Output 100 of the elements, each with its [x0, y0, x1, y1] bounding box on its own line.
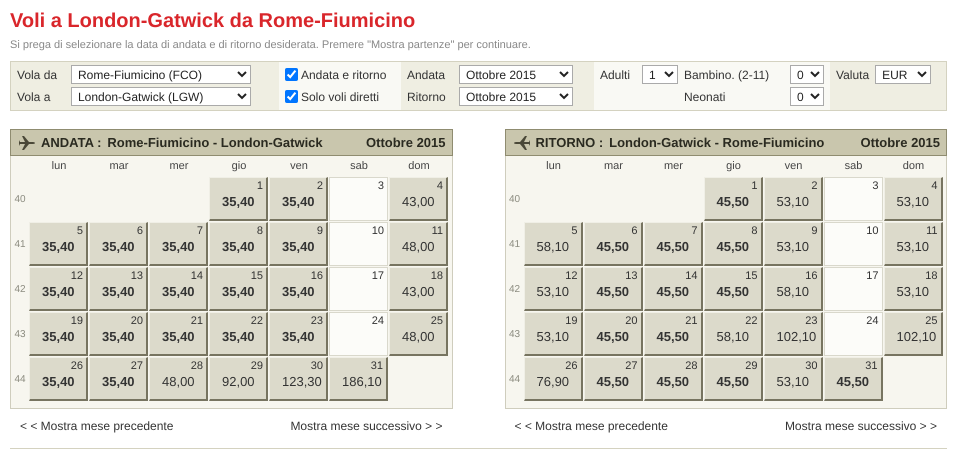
- day-number: 4: [930, 179, 938, 193]
- day-fare-cell[interactable]: 27 35,40: [89, 357, 148, 401]
- day-fare-cell[interactable]: 19 35,40: [29, 312, 88, 356]
- day-number: 3: [871, 179, 880, 193]
- day-number: 15: [744, 269, 758, 283]
- day-fare-cell[interactable]: 18 43,00: [389, 267, 448, 311]
- day-fare-cell[interactable]: 20 35,40: [89, 312, 148, 356]
- day-fare-cell[interactable]: 19 53,10: [524, 312, 582, 356]
- select-field[interactable]: 0: [790, 65, 824, 84]
- select-field[interactable]: 0: [790, 87, 824, 106]
- previous-month-link[interactable]: < < Mostra mese precedente: [514, 417, 668, 435]
- day-number: 29: [744, 359, 758, 373]
- day-fare-cell[interactable]: 25 102,10: [884, 312, 942, 356]
- day-fare-cell[interactable]: 16 58,10: [764, 267, 822, 311]
- day-fare-cell[interactable]: 4 53,10: [884, 177, 942, 221]
- fare-price: 45,50: [596, 283, 630, 301]
- day-fare-cell[interactable]: 30 53,10: [764, 357, 822, 401]
- day-fare-cell[interactable]: 23 35,40: [269, 312, 328, 356]
- day-fare-cell[interactable]: 11 53,10: [884, 222, 942, 266]
- day-fare-cell[interactable]: 5 35,40: [29, 222, 88, 266]
- day-fare-cell[interactable]: 25 48,00: [389, 312, 448, 356]
- week-number: 44: [508, 373, 520, 387]
- checkbox[interactable]: [285, 90, 298, 103]
- day-fare-cell[interactable]: 2 53,10: [764, 177, 822, 221]
- day-fare-cell[interactable]: 6 35,40: [89, 222, 148, 266]
- field-label: Bambino. (2-11): [684, 66, 770, 84]
- day-number: 16: [804, 269, 818, 283]
- day-fare-cell[interactable]: 8 45,50: [704, 222, 762, 266]
- day-fare-cell[interactable]: 14 35,40: [149, 267, 208, 311]
- next-month-link[interactable]: Mostra mese successivo > >: [784, 417, 937, 435]
- day-fare-cell[interactable]: 26 76,90: [524, 357, 582, 401]
- day-fare-cell[interactable]: 12 53,10: [524, 267, 582, 311]
- fare-price: 58,10: [776, 283, 810, 301]
- day-fare-cell[interactable]: 14 45,50: [644, 267, 702, 311]
- day-fare-cell[interactable]: 31 45,50: [824, 357, 882, 401]
- day-fare-cell[interactable]: 5 58,10: [524, 222, 582, 266]
- day-fare-cell[interactable]: 29 45,50: [704, 357, 762, 401]
- select-field[interactable]: Ottobre 2015: [459, 87, 573, 106]
- day-number: 8: [256, 224, 264, 238]
- day-fare-cell[interactable]: 23 102,10: [764, 312, 822, 356]
- checkbox-label[interactable]: Solo voli diretti: [301, 88, 380, 106]
- day-fare-cell[interactable]: 2 35,40: [269, 177, 328, 221]
- day-number: 16: [310, 269, 324, 283]
- fare-price: 45,50: [836, 373, 870, 391]
- day-fare-cell[interactable]: 18 53,10: [884, 267, 942, 311]
- day-fare-cell[interactable]: 15 35,40: [209, 267, 268, 311]
- direction-label: ANDATA :: [41, 134, 102, 152]
- day-fare-cell[interactable]: 31 186,10: [329, 357, 388, 401]
- day-number: 11: [925, 224, 938, 238]
- fare-price: 45,50: [596, 373, 630, 391]
- day-fare-cell[interactable]: 21 45,50: [644, 312, 702, 356]
- next-month-link[interactable]: Mostra mese successivo > >: [290, 417, 442, 435]
- day-fare-cell[interactable]: 22 58,10: [704, 312, 762, 356]
- fare-price: 35,40: [221, 238, 256, 256]
- day-fare-cell[interactable]: 12 35,40: [29, 267, 88, 311]
- day-fare-cell[interactable]: 4 43,00: [389, 177, 448, 221]
- fare-price: 53,10: [536, 328, 570, 346]
- day-fare-cell[interactable]: 6 45,50: [584, 222, 642, 266]
- select-field[interactable]: Ottobre 2015: [459, 65, 573, 84]
- day-fare-cell[interactable]: 29 92,00: [209, 357, 268, 401]
- day-fare-cell[interactable]: 28 48,00: [149, 357, 208, 401]
- day-number: 27: [130, 359, 144, 373]
- day-fare-cell[interactable]: 28 45,50: [644, 357, 702, 401]
- day-fare-cell[interactable]: 13 35,40: [89, 267, 148, 311]
- fare-price: 123,30: [281, 373, 323, 391]
- fare-price: 186,10: [341, 373, 383, 391]
- checkbox-label[interactable]: Andata e ritorno: [301, 66, 386, 84]
- checkbox[interactable]: [285, 68, 298, 81]
- fare-price: 45,50: [596, 238, 630, 256]
- day-fare-cell[interactable]: 27 45,50: [584, 357, 642, 401]
- fare-price: 92,00: [221, 373, 256, 391]
- day-number: 6: [136, 224, 144, 238]
- fare-price: 35,40: [101, 328, 136, 346]
- day-fare-cell[interactable]: 30 123,30: [269, 357, 328, 401]
- select-field[interactable]: London-Gatwick (LGW): [71, 87, 251, 106]
- day-fare-cell[interactable]: 22 35,40: [209, 312, 268, 356]
- day-fare-cell[interactable]: 9 35,40: [269, 222, 328, 266]
- day-fare-cell[interactable]: 26 35,40: [29, 357, 88, 401]
- day-fare-cell[interactable]: 16 35,40: [269, 267, 328, 311]
- select-field[interactable]: Rome-Fiumicino (FCO): [71, 65, 251, 84]
- day-fare-cell[interactable]: 8 35,40: [209, 222, 268, 266]
- day-fare-cell[interactable]: 20 45,50: [584, 312, 642, 356]
- instruction-text: Si prega di selezionare la data di andata e di ritorno desiderata. Premere "Mostra partenze" per continuare.: [10, 38, 532, 52]
- select-field[interactable]: 1: [642, 65, 678, 84]
- fare-price: 35,40: [101, 283, 136, 301]
- day-fare-cell[interactable]: 15 45,50: [704, 267, 762, 311]
- select-field[interactable]: EUR: [875, 65, 932, 84]
- fare-price: 35,40: [41, 373, 76, 391]
- day-fare-cell[interactable]: 9 53,10: [764, 222, 822, 266]
- day-fare-cell[interactable]: 1 45,50: [704, 177, 762, 221]
- week-number: 44: [14, 373, 26, 387]
- day-fare-cell[interactable]: 11 48,00: [389, 222, 448, 266]
- day-number: 20: [624, 314, 638, 328]
- day-fare-cell[interactable]: 13 45,50: [584, 267, 642, 311]
- previous-month-link[interactable]: < < Mostra mese precedente: [20, 417, 174, 435]
- day-fare-cell[interactable]: 21 35,40: [149, 312, 208, 356]
- day-fare-cell[interactable]: 7 45,50: [644, 222, 702, 266]
- day-number: 14: [684, 269, 698, 283]
- day-fare-cell[interactable]: 7 35,40: [149, 222, 208, 266]
- day-fare-cell[interactable]: 1 35,40: [209, 177, 268, 221]
